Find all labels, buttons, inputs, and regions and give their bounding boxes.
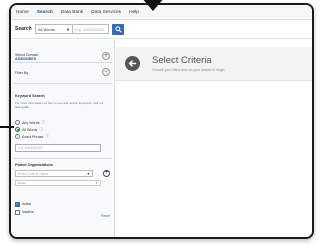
check-icon: ✓ [15,201,20,207]
keyword-info: For more information on how to use and s… [15,101,110,109]
search-label: Search [15,26,32,32]
page-title: Select Criteria [152,55,212,66]
select-domain-value: ASSIGNEES [15,57,36,61]
radio-dot-selected [15,127,20,132]
menu-data-services[interactable]: Data Services [90,10,122,15]
org-tag-placeholder: None [18,181,26,185]
org-section: Patent Organizations Enter Code or Name … [11,159,114,218]
org-input-row: Enter Code or Name ▼ + [15,170,110,177]
checkbox-active-label: Active [22,202,32,206]
radio-dot [15,120,20,125]
app-window: Home Search Data Bank Data Services Help… [9,3,314,239]
search-scope-value: All Words [38,26,56,32]
radio-any-words[interactable]: Any Words ⓘ [15,119,110,126]
status-checkboxes: ✓ Active Inactive [15,200,110,216]
org-input[interactable]: Enter Code or Name ▼ [15,170,93,177]
checkbox-box [15,209,20,215]
callout-line [0,126,14,128]
reset-link[interactable]: Reset [101,214,110,218]
filter-by-label: Filter By [15,71,29,75]
search-bar: Search All Words ▼ e.g. 1000001821 [11,20,312,39]
radio-exact-label: Exact Phrase [22,134,44,139]
radio-dot [15,134,20,139]
org-tag-select[interactable]: None ▼ [15,180,101,186]
main-content: Select Criteria Choose your filters and … [115,40,312,237]
search-icon [114,25,122,33]
domain-row: Select Domain ASSIGNEES + [11,40,114,62]
keyword-title: Keyword Search [15,94,45,98]
arrow-left-icon [128,60,137,67]
menu-search[interactable]: Search [36,10,54,15]
filter-sidebar: Select Domain ASSIGNEES + Filter By − Ke… [11,40,115,237]
org-add-button[interactable]: + [103,170,110,177]
checkbox-active[interactable]: ✓ Active [15,200,110,208]
radio-all-words[interactable]: All Words ⓘ [15,126,110,133]
info-icon: ⓘ [39,127,43,131]
menu-help[interactable]: Help [128,10,140,15]
menu-data-bank[interactable]: Data Bank [60,10,84,15]
keyword-input[interactable]: e.g. 1000001821 [15,144,101,152]
filter-row: Filter By − [11,63,114,83]
keyword-mode-group: Any Words ⓘ All Words ⓘ Exact Phrase ⓘ [15,119,110,140]
search-input[interactable]: e.g. 1000001821 [73,24,109,34]
radio-exact-phrase[interactable]: Exact Phrase ⓘ [15,133,110,140]
page-subtitle: Choose your filters and run your search … [152,68,226,72]
menu-home[interactable]: Home [15,10,30,15]
pointer-arrow [141,0,165,11]
keyword-section: Keyword Search For more information on h… [11,84,114,152]
chevron-down-icon: ▼ [95,181,98,185]
back-button[interactable] [125,56,140,71]
info-icon: ⓘ [41,120,46,124]
search-button[interactable] [112,23,124,35]
info-icon: ⓘ [45,134,49,138]
checkbox-inactive-label: Inactive [22,210,34,214]
checkbox-inactive[interactable]: Inactive [15,208,110,216]
chevron-down-icon: ▼ [86,171,90,176]
org-placeholder: Enter Code or Name [18,171,49,176]
domain-add-button[interactable]: + [102,52,110,60]
filter-collapse-button[interactable]: − [102,68,110,76]
radio-any-label: Any Words [22,120,40,125]
chevron-down-icon: ▼ [66,26,70,32]
search-scope-select[interactable]: All Words ▼ [35,24,73,34]
radio-all-label: All Words [22,127,38,132]
org-title: Patent Organizations [15,163,53,167]
help-guide-link[interactable]: help guide [15,105,29,109]
select-criteria-banner: Select Criteria Choose your filters and … [115,47,312,81]
